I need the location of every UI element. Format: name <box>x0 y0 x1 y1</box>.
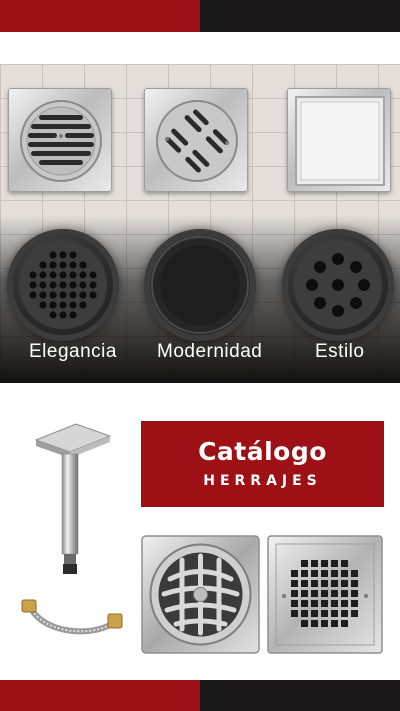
flex-hose-icon <box>18 592 128 642</box>
slotted-square-drain-icon <box>8 88 112 192</box>
top-bar-red-segment <box>0 0 200 32</box>
shower-arm-icon <box>30 418 116 583</box>
round-ring-hole-drain-icon <box>282 229 394 341</box>
round-solid-cover-icon <box>144 229 256 341</box>
square-grid-drain-icon <box>266 534 384 655</box>
catalog-banner: Catálogo HERRAJES <box>141 421 384 507</box>
top-bar-black-segment <box>200 0 400 32</box>
cross-pattern-square-drain-icon <box>144 88 248 192</box>
round-dotted-drain-icon <box>7 229 119 341</box>
catalog-subtitle: HERRAJES <box>203 473 322 489</box>
plain-square-cover-icon <box>287 88 391 192</box>
hero-banner: Elegancia Modernidad Estilo <box>0 64 400 383</box>
hero-word-modernidad: Modernidad <box>157 341 263 362</box>
hero-word-elegancia: Elegancia <box>29 341 117 362</box>
bottom-color-bar <box>0 680 400 711</box>
bottom-bar-black-segment <box>200 680 400 711</box>
catalog-title: Catálogo <box>198 437 327 466</box>
bottom-bar-red-segment <box>0 680 200 711</box>
hero-word-estilo: Estilo <box>315 341 365 362</box>
top-color-bar <box>0 0 400 32</box>
round-grate-drain-icon <box>140 534 261 655</box>
